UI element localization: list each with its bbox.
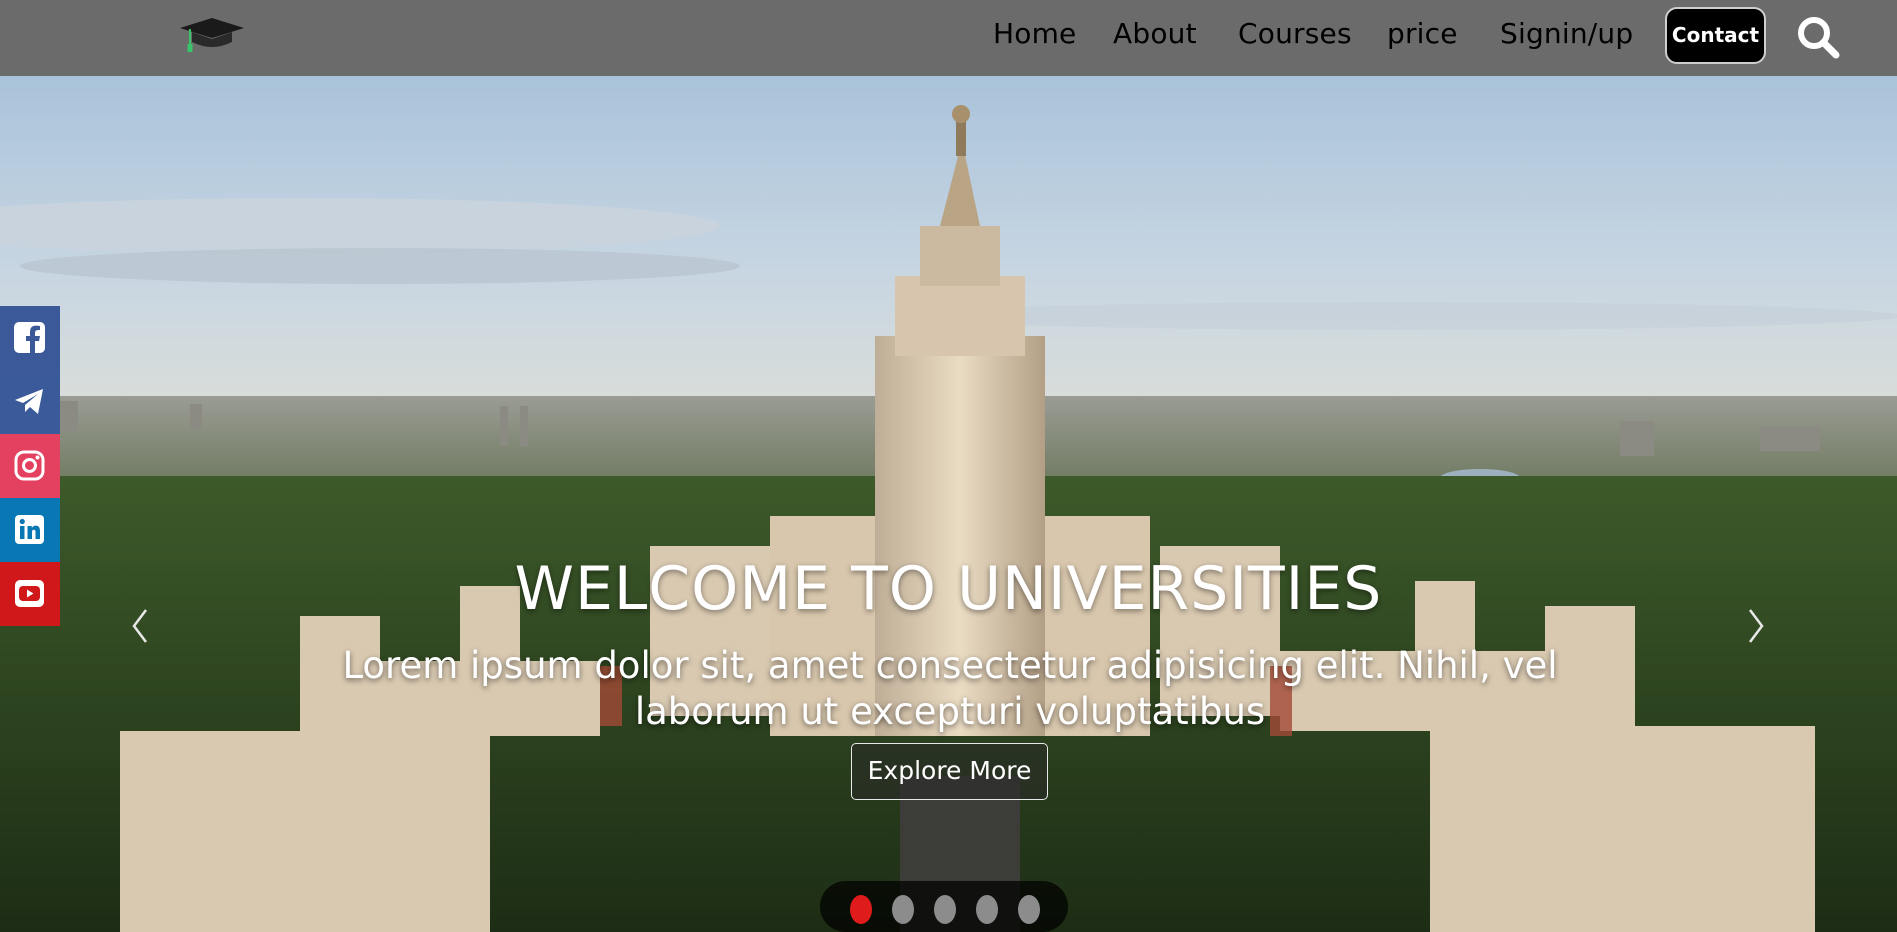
nav-home[interactable]: Home	[993, 17, 1077, 50]
top-navbar: Home About Courses price Signin/up Conta…	[0, 0, 1897, 76]
social-sidebar	[0, 306, 60, 626]
chevron-right-icon[interactable]	[1736, 596, 1776, 656]
carousel-dot-1[interactable]	[850, 895, 872, 924]
hero-title: WELCOME TO UNIVERSITIES	[514, 554, 1383, 624]
telegram-link[interactable]	[0, 370, 60, 434]
linkedin-icon	[15, 515, 44, 544]
youtube-icon	[15, 580, 44, 607]
hero-carousel: WELCOME TO UNIVERSITIES Lorem ipsum dolo…	[0, 76, 1897, 932]
hero-content: WELCOME TO UNIVERSITIES Lorem ipsum dolo…	[0, 76, 1897, 932]
hero-subtitle: Lorem ipsum dolor sit, amet consectetur …	[342, 644, 1558, 733]
nav-courses[interactable]: Courses	[1238, 17, 1352, 50]
graduation-cap-icon[interactable]	[178, 14, 246, 54]
linkedin-link[interactable]	[0, 498, 60, 562]
contact-button[interactable]: Contact	[1665, 7, 1766, 64]
youtube-link[interactable]	[0, 562, 60, 626]
search-icon[interactable]	[1795, 14, 1841, 60]
nav-price[interactable]: price	[1387, 17, 1458, 50]
nav-about[interactable]: About	[1113, 17, 1197, 50]
carousel-dot-3[interactable]	[934, 895, 956, 924]
nav-signin-signup[interactable]: Signin/up	[1500, 17, 1633, 50]
carousel-dot-2[interactable]	[892, 895, 914, 924]
facebook-icon	[14, 322, 45, 354]
facebook-link[interactable]	[0, 306, 60, 370]
instagram-icon	[14, 450, 45, 481]
telegram-icon	[15, 389, 43, 414]
carousel-dot-4[interactable]	[976, 895, 998, 924]
chevron-left-icon[interactable]	[120, 596, 160, 656]
carousel-dot-5[interactable]	[1018, 895, 1040, 924]
instagram-link[interactable]	[0, 434, 60, 498]
explore-more-button[interactable]: Explore More	[851, 743, 1048, 800]
carousel-indicators	[820, 881, 1068, 932]
